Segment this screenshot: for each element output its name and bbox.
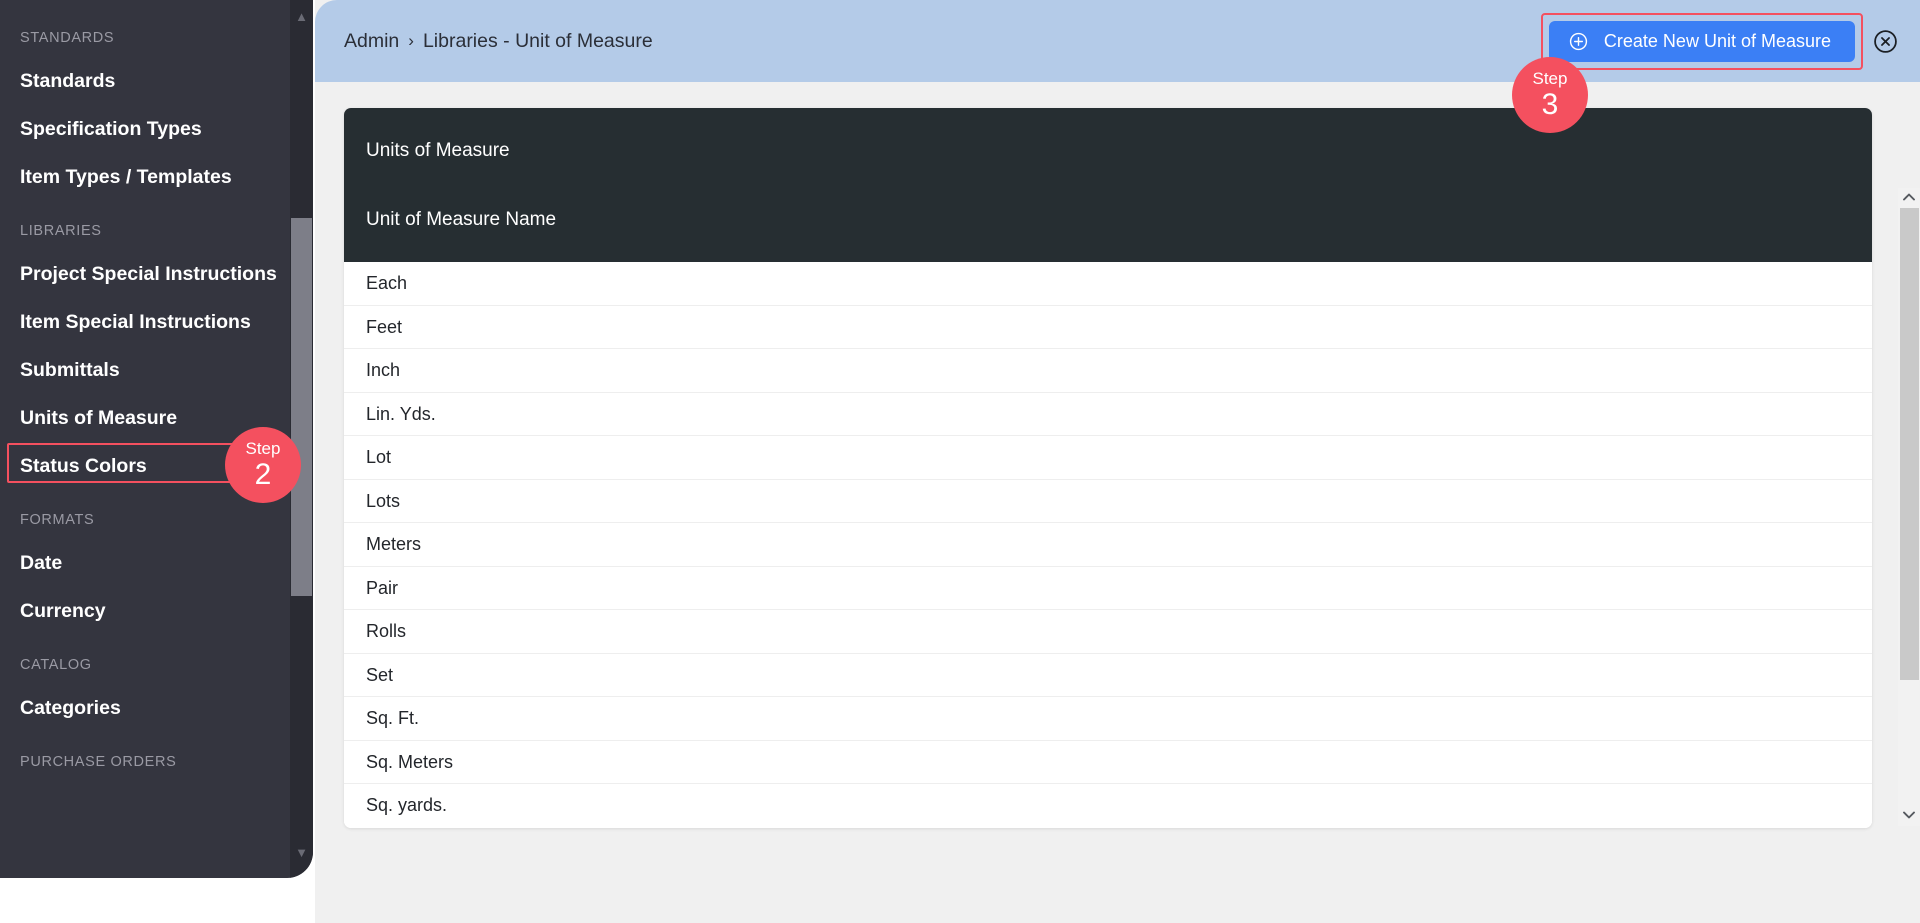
card-header: Units of Measure Unit of Measure Name xyxy=(344,108,1872,262)
chevron-down-icon[interactable] xyxy=(1898,806,1920,826)
chevron-up-icon[interactable]: ▲ xyxy=(290,6,313,28)
breadcrumb: Admin › Libraries - Unit of Measure xyxy=(344,30,653,53)
table-row[interactable]: Inch xyxy=(344,349,1872,393)
step-badge-number: 3 xyxy=(1541,88,1559,121)
plus-circle-icon xyxy=(1569,32,1588,50)
sidebar-item-submittals[interactable]: Submittals xyxy=(0,346,290,394)
sidebar-item-date[interactable]: Date xyxy=(0,539,290,587)
create-new-unit-of-measure-button[interactable]: Create New Unit of Measure xyxy=(1548,20,1855,62)
chevron-up-icon[interactable] xyxy=(1898,188,1920,208)
table-row[interactable]: Rolls xyxy=(344,610,1872,654)
app-root: STANDARDS Standards Specification Types … xyxy=(0,0,1920,923)
table-row[interactable]: Sq. Meters xyxy=(344,740,1872,784)
table-row[interactable]: Each xyxy=(344,262,1872,306)
step-badge-3: Step 3 xyxy=(1512,57,1588,133)
breadcrumb-current: Libraries - Unit of Measure xyxy=(422,29,653,52)
sidebar-section-catalog: CATALOG xyxy=(20,657,92,673)
table-row[interactable]: Sq. Ft. xyxy=(344,697,1872,741)
table-row[interactable]: Pair xyxy=(344,566,1872,610)
table-row[interactable]: Meters xyxy=(344,523,1872,567)
create-button-label: Create New Unit of Measure xyxy=(1603,30,1831,51)
table-row[interactable]: Feet xyxy=(344,305,1872,349)
sidebar-item-project-special-instructions[interactable]: Project Special Instructions xyxy=(0,250,290,298)
sidebar-section-formats: FORMATS xyxy=(20,512,95,528)
step-badge-2: Step 2 xyxy=(225,427,301,503)
close-circle-icon[interactable] xyxy=(1873,29,1898,54)
table-row[interactable]: Lin. Yds. xyxy=(344,392,1872,436)
sidebar-section-standards: STANDARDS xyxy=(20,30,115,46)
sidebar-item-specification-types[interactable]: Specification Types xyxy=(0,105,290,153)
units-of-measure-table-body: Each Feet Inch Lin. Yds. Lot Lots Meters… xyxy=(344,262,1872,828)
table-row[interactable]: Lots xyxy=(344,479,1872,523)
sidebar-item-currency[interactable]: Currency xyxy=(0,587,290,635)
sidebar-scrollbar-thumb[interactable] xyxy=(291,218,312,596)
column-header-unit-of-measure-name[interactable]: Unit of Measure Name xyxy=(344,186,1872,262)
card-title: Units of Measure xyxy=(366,140,510,161)
table-scrollbar-thumb[interactable] xyxy=(1900,208,1919,680)
units-of-measure-card: Units of Measure Unit of Measure Name Ea… xyxy=(344,108,1872,828)
table-row[interactable]: Set xyxy=(344,653,1872,697)
header-actions: Create New Unit of Measure xyxy=(1540,12,1920,70)
sidebar-item-item-types-templates[interactable]: Item Types / Templates xyxy=(0,153,290,201)
sidebar-section-libraries: LIBRARIES xyxy=(20,223,102,239)
table-row[interactable]: Sq. yards. xyxy=(344,784,1872,828)
sidebar-scrollbar[interactable]: ▲ ▼ xyxy=(290,0,313,878)
sidebar-item-standards[interactable]: Standards xyxy=(0,57,290,105)
chevron-right-icon: › xyxy=(408,31,414,50)
table-scrollbar[interactable] xyxy=(1898,188,1920,826)
page-header: Admin › Libraries - Unit of Measure Crea… xyxy=(315,0,1920,82)
create-button-highlight: Create New Unit of Measure xyxy=(1540,12,1863,70)
step-badge-number: 2 xyxy=(254,458,272,491)
chevron-down-icon[interactable]: ▼ xyxy=(290,842,313,864)
sidebar-item-categories[interactable]: Categories xyxy=(0,684,290,732)
table-row[interactable]: Lot xyxy=(344,436,1872,480)
sidebar-section-purchase-orders: PURCHASE ORDERS xyxy=(20,754,177,770)
sidebar-item-item-special-instructions[interactable]: Item Special Instructions xyxy=(0,298,290,346)
step-badge-label: Step xyxy=(245,439,281,458)
breadcrumb-root[interactable]: Admin xyxy=(344,30,399,53)
step-badge-label: Step xyxy=(1532,69,1568,88)
